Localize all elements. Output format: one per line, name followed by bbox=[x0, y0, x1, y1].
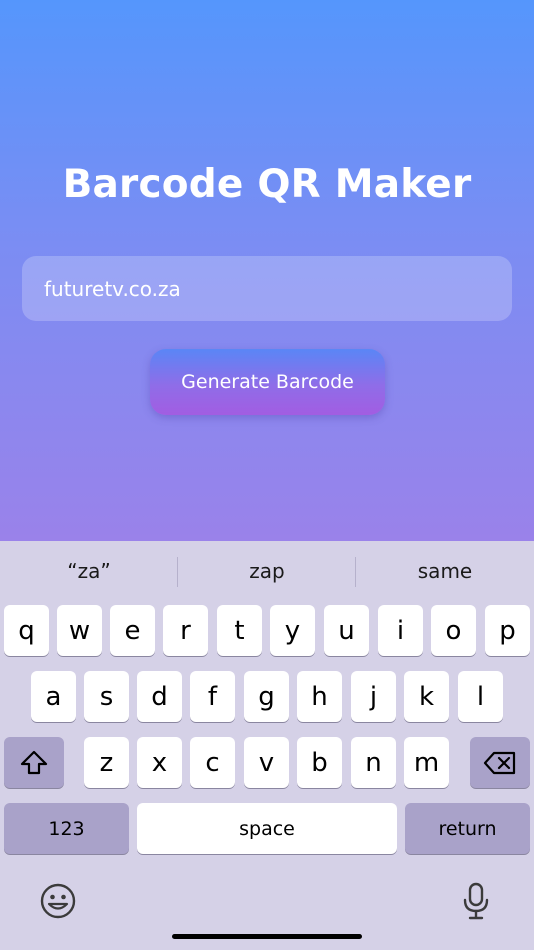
key-x[interactable]: x bbox=[137, 737, 182, 788]
suggestion-3[interactable]: same bbox=[356, 541, 534, 601]
suggestion-2[interactable]: zap bbox=[178, 541, 356, 601]
numbers-key[interactable]: 123 bbox=[4, 803, 129, 854]
key-d[interactable]: d bbox=[137, 671, 182, 722]
key-r[interactable]: r bbox=[163, 605, 208, 656]
emoji-icon[interactable] bbox=[38, 881, 78, 921]
backspace-icon bbox=[483, 751, 516, 774]
key-s[interactable]: s bbox=[84, 671, 129, 722]
key-b[interactable]: b bbox=[297, 737, 342, 788]
key-i[interactable]: i bbox=[378, 605, 423, 656]
delete-key[interactable] bbox=[470, 737, 530, 788]
space-key[interactable]: space bbox=[137, 803, 397, 854]
generate-barcode-button[interactable]: Generate Barcode bbox=[150, 349, 385, 415]
suggestion-1[interactable]: “za” bbox=[0, 541, 178, 601]
key-n[interactable]: n bbox=[351, 737, 396, 788]
text-input[interactable] bbox=[22, 256, 512, 321]
key-z[interactable]: z bbox=[84, 737, 129, 788]
key-c[interactable]: c bbox=[190, 737, 235, 788]
shift-key[interactable] bbox=[4, 737, 64, 788]
app-screen: Barcode QR Maker Generate Barcode bbox=[0, 0, 534, 541]
key-m[interactable]: m bbox=[404, 737, 449, 788]
microphone-icon[interactable] bbox=[456, 881, 496, 921]
keyboard: “za” zap same q w e r t y u i o p a s d … bbox=[0, 541, 534, 950]
key-e[interactable]: e bbox=[110, 605, 155, 656]
key-q[interactable]: q bbox=[4, 605, 49, 656]
key-v[interactable]: v bbox=[244, 737, 289, 788]
return-key[interactable]: return bbox=[405, 803, 530, 854]
key-w[interactable]: w bbox=[57, 605, 102, 656]
page-title: Barcode QR Maker bbox=[62, 162, 472, 207]
key-j[interactable]: j bbox=[351, 671, 396, 722]
key-y[interactable]: y bbox=[270, 605, 315, 656]
key-l[interactable]: l bbox=[458, 671, 503, 722]
key-t[interactable]: t bbox=[217, 605, 262, 656]
key-g[interactable]: g bbox=[244, 671, 289, 722]
key-u[interactable]: u bbox=[324, 605, 369, 656]
key-h[interactable]: h bbox=[297, 671, 342, 722]
key-p[interactable]: p bbox=[485, 605, 530, 656]
key-o[interactable]: o bbox=[431, 605, 476, 656]
key-a[interactable]: a bbox=[31, 671, 76, 722]
suggestion-bar: “za” zap same bbox=[0, 541, 534, 601]
shift-icon bbox=[20, 750, 48, 774]
home-indicator[interactable] bbox=[172, 934, 362, 939]
key-k[interactable]: k bbox=[404, 671, 449, 722]
key-f[interactable]: f bbox=[190, 671, 235, 722]
